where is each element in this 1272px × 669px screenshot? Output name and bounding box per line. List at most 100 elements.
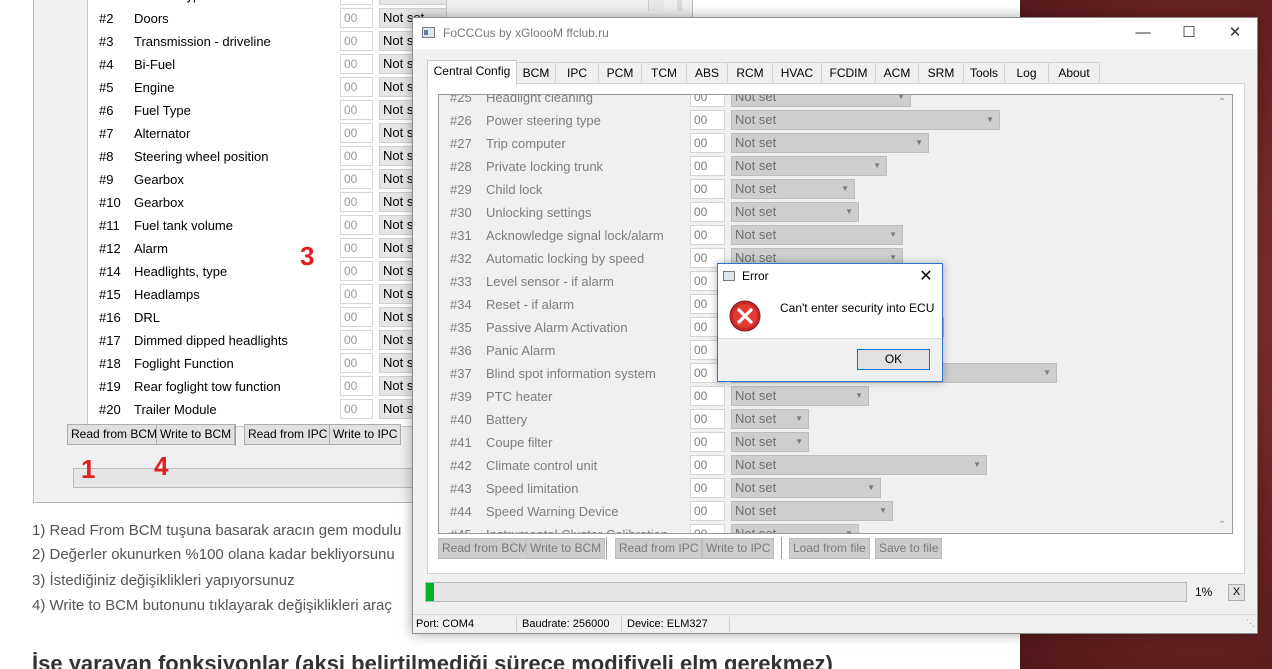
row-select[interactable]: Not set ▼	[731, 110, 1000, 130]
bg-row-number: #2	[99, 11, 114, 26]
row-value-input[interactable]: 00	[690, 225, 725, 245]
row-value-input[interactable]: 00	[690, 432, 725, 452]
chevron-down-icon: ▼	[973, 460, 981, 469]
tab-pcm[interactable]: PCM	[598, 62, 642, 83]
row-number: #35	[450, 320, 472, 335]
dialog-close-button[interactable]: ✕	[914, 266, 938, 288]
bg-write-ipc-button: Write to IPC	[329, 424, 402, 445]
bg-row-number: #8	[99, 149, 114, 164]
row-value-input[interactable]: 00	[690, 501, 725, 521]
chevron-down-icon: ▼	[795, 414, 803, 423]
row-select-label: Not set	[735, 135, 777, 150]
ok-button[interactable]: OK	[857, 349, 930, 370]
row-value-input[interactable]: 00	[690, 524, 725, 533]
status-divider	[729, 617, 730, 632]
bg-row-label: Alarm	[134, 241, 168, 256]
row-value-input[interactable]: 00	[690, 455, 725, 475]
bg-config-row: #19 Rear foglight tow function 00 Not set	[88, 375, 446, 398]
row-value-input[interactable]: 00	[690, 409, 725, 429]
progress-fill	[426, 583, 434, 601]
bg-config-row: #2 Doors 00 Not set	[88, 7, 446, 30]
load-from-file-button[interactable]: Load from file	[789, 538, 870, 559]
tab-tools[interactable]: Tools	[963, 62, 1005, 83]
bg-row-number: #12	[99, 241, 121, 256]
row-value-input[interactable]: 00	[690, 95, 725, 107]
row-select[interactable]: Not set ▼	[731, 225, 903, 245]
row-select[interactable]: Not set ▼	[731, 478, 881, 498]
tab-ipc[interactable]: IPC	[555, 62, 599, 83]
bg-read-bcm-button: Read from BCM	[67, 424, 162, 445]
tab-fcdim[interactable]: FCDIM	[821, 62, 876, 83]
bg-row-label: Fuel Type	[134, 103, 191, 118]
status-divider	[516, 617, 517, 632]
cancel-progress-button[interactable]: X	[1228, 584, 1245, 601]
scroll-down-icon[interactable]: ⌄	[1218, 515, 1226, 526]
tab-tcm[interactable]: TCM	[641, 62, 687, 83]
save-to-file-button[interactable]: Save to file	[875, 538, 943, 559]
bg-row-number: #5	[99, 80, 114, 95]
row-label: Passive Alarm Activation	[486, 320, 628, 335]
row-select-label: Not set	[735, 411, 777, 426]
row-select[interactable]: Not set ▼	[731, 409, 809, 429]
write-ipc-button[interactable]: Write to IPC	[702, 538, 775, 559]
annotation-1: 1	[81, 454, 96, 484]
tab-abs[interactable]: ABS	[686, 62, 728, 83]
tab-bcm[interactable]: BCM	[516, 62, 556, 83]
row-select-label: Not set	[735, 526, 777, 534]
bg-scrollbar-edge	[677, 0, 682, 11]
row-value-input[interactable]: 00	[690, 478, 725, 498]
tab-log[interactable]: Log	[1004, 62, 1049, 83]
bg-row-value: 00	[340, 146, 373, 166]
row-number: #41	[450, 435, 472, 450]
row-value-input[interactable]: 00	[690, 386, 725, 406]
row-value-input[interactable]: 00	[690, 179, 725, 199]
row-number: #33	[450, 274, 472, 289]
close-button[interactable]: ✕	[1212, 18, 1258, 49]
row-select[interactable]: Not set ▼	[731, 432, 809, 452]
bg-row-number: #4	[99, 57, 114, 72]
read-ipc-button[interactable]: Read from IPC	[615, 538, 703, 559]
minimize-button[interactable]: —	[1120, 18, 1166, 49]
resize-grip-icon[interactable]: ⋱	[1246, 614, 1255, 632]
tab-rcm[interactable]: RCM	[727, 62, 773, 83]
article-line-1: 1) Read From BCM tuşuna basarak aracın g…	[32, 522, 402, 539]
row-value-input[interactable]: 00	[690, 202, 725, 222]
tab-acm[interactable]: ACM	[875, 62, 919, 83]
tab-hvac[interactable]: HVAC	[772, 62, 822, 83]
row-select[interactable]: Not set ▼	[731, 524, 859, 534]
bg-row-number: #17	[99, 333, 121, 348]
row-number: #43	[450, 481, 472, 496]
maximize-button[interactable]: ☐	[1166, 18, 1212, 49]
bg-row-label: Rear foglight tow function	[134, 379, 281, 394]
row-select[interactable]: Not set ▼	[731, 386, 869, 406]
row-select[interactable]: Not set ▼	[731, 179, 855, 199]
bg-row-number: #6	[99, 103, 114, 118]
row-select[interactable]: Not set ▼	[731, 501, 893, 521]
bg-row-value: 00	[340, 284, 373, 304]
row-select-label: Not set	[735, 181, 777, 196]
chevron-down-icon: ▼	[855, 391, 863, 400]
read-bcm-button[interactable]: Read from BCM	[438, 538, 533, 559]
bg-row-number: #20	[99, 402, 121, 417]
row-value-input[interactable]: 00	[690, 110, 725, 130]
bg-read-ipc-button: Read from IPC	[244, 424, 332, 445]
row-select[interactable]: Not set ▼	[731, 455, 987, 475]
tab-central-config[interactable]: Central Config	[427, 60, 517, 85]
row-select[interactable]: Not set ▼	[731, 202, 859, 222]
write-bcm-button[interactable]: Write to BCM	[526, 538, 606, 559]
tab-about[interactable]: About	[1048, 62, 1100, 83]
chevron-down-icon: ▼	[841, 184, 849, 193]
list-scrollbar[interactable]: ⌃ ⌄	[1215, 95, 1232, 533]
row-select[interactable]: Not set ▼	[731, 156, 887, 176]
row-value-input[interactable]: 00	[690, 156, 725, 176]
row-select[interactable]: Not set ▼	[731, 133, 929, 153]
tab-srm[interactable]: SRM	[918, 62, 964, 83]
title-bar[interactable]: FoCCCus by xGloooM ffclub.ru — ☐ ✕	[413, 18, 1257, 49]
row-select[interactable]: Not set ▼	[731, 95, 911, 107]
bg-row-value: 00	[340, 100, 373, 120]
bg-row-number: #10	[99, 195, 121, 210]
config-row: #44 Speed Warning Device 00 Not set ▼	[439, 500, 1219, 523]
scroll-up-icon[interactable]: ⌃	[1218, 97, 1226, 108]
bg-row-number: #14	[99, 264, 121, 279]
row-value-input[interactable]: 00	[690, 133, 725, 153]
